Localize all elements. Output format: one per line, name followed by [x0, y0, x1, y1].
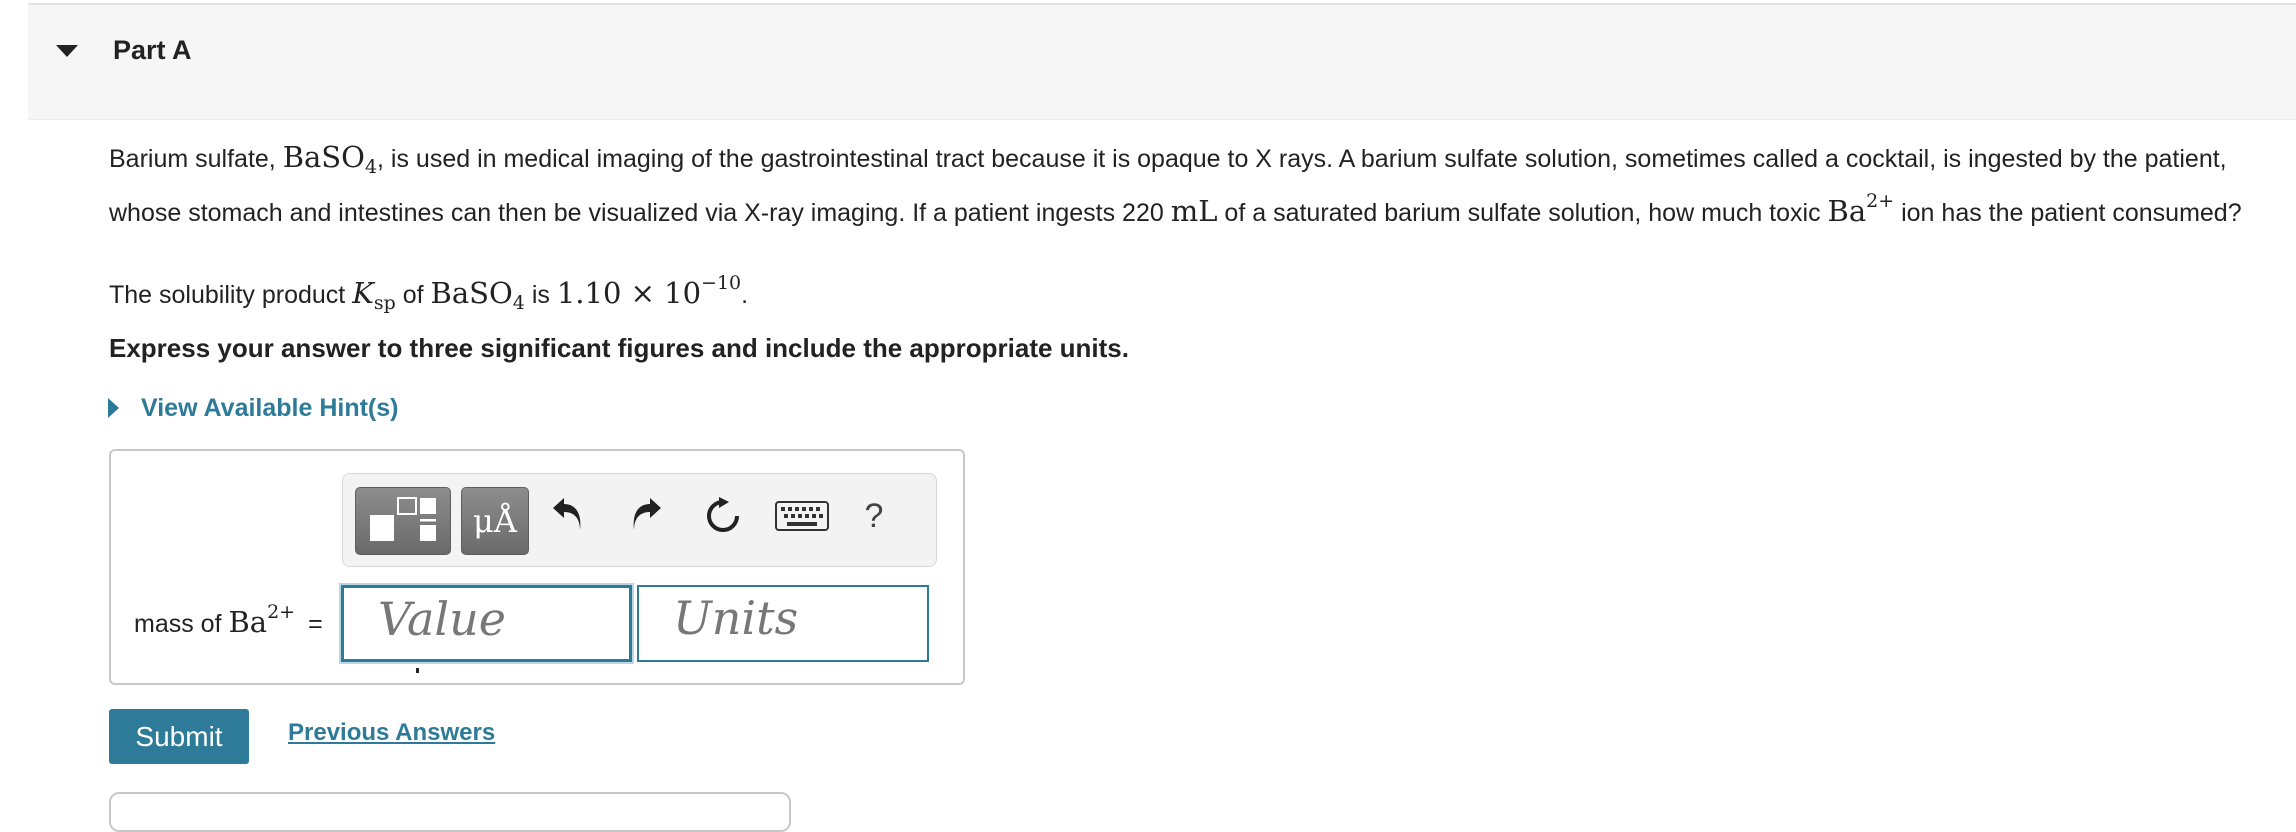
solubility-text: is — [524, 281, 557, 309]
text-cursor — [416, 668, 419, 673]
volume-unit: mL — [1170, 194, 1218, 228]
view-hints-link[interactable]: View Available Hint(s) — [141, 394, 398, 423]
formula-baso4: BaSO4 — [282, 140, 377, 178]
keyboard-icon — [775, 501, 829, 531]
ksp-k: K — [352, 276, 374, 310]
collapse-caret-icon[interactable] — [56, 45, 78, 57]
math-toolbar: μÅ ? — [342, 473, 937, 567]
question-text: Barium sulfate, BaSO4, is used in medica… — [109, 140, 2259, 230]
equals-sign: = — [308, 610, 323, 638]
formula-baso4: BaSO4 — [430, 276, 525, 314]
expand-caret-icon — [108, 398, 119, 418]
units-input[interactable]: Units — [637, 585, 929, 662]
undo-button[interactable] — [548, 496, 588, 536]
answer-instruction: Express your answer to three significant… — [109, 333, 1129, 363]
question-body: Barium sulfate, BaSO4, is used in medica… — [109, 140, 2259, 230]
value-input[interactable]: Value — [341, 585, 632, 662]
solubility-statement: The solubility product Ksp of BaSO4 is 1… — [109, 272, 748, 314]
question-text-segment: of a saturated barium sulfate solution, … — [1217, 199, 1828, 227]
ksp-value-exponent: −10 — [701, 272, 742, 294]
answer-label-charge: 2+ — [267, 601, 296, 623]
ksp-subscript: sp — [373, 292, 396, 314]
part-header[interactable]: Part A — [28, 5, 2296, 120]
formula-subscript: 4 — [512, 292, 525, 314]
formula-base: BaSO — [430, 276, 513, 310]
formula-subscript: 4 — [364, 156, 378, 178]
ion-charge: 2+ — [1866, 190, 1895, 212]
solubility-text: The solubility product — [109, 281, 353, 309]
ksp-value-mantissa: 1.10 × 10 — [556, 276, 702, 310]
feedback-box — [109, 792, 791, 832]
units-symbols-label: μÅ — [473, 502, 517, 540]
part-title: Part A — [113, 35, 192, 65]
reset-icon — [707, 497, 739, 532]
solubility-period: . — [741, 281, 749, 309]
answer-label-prefix: mass of — [134, 610, 229, 638]
templates-icon — [370, 497, 436, 541]
question-text-segment: Barium sulfate, — [109, 145, 283, 173]
formula-base: BaSO — [282, 140, 365, 174]
help-icon: ? — [864, 496, 884, 535]
ion-symbol: Ba — [1827, 194, 1867, 228]
templates-button[interactable] — [355, 487, 451, 555]
undo-icon — [553, 498, 581, 530]
answer-label: mass of Ba2+ = — [134, 601, 323, 639]
units-symbols-button[interactable]: μÅ — [461, 487, 529, 555]
reset-button[interactable] — [703, 496, 743, 536]
previous-answers-link[interactable]: Previous Answers — [288, 719, 495, 747]
redo-icon — [633, 498, 661, 530]
ion-formula: Ba2+ — [1827, 190, 1895, 228]
ksp-symbol: K — [352, 276, 374, 310]
view-hints-toggle[interactable]: View Available Hint(s) — [108, 390, 398, 426]
answer-label-ion: Ba — [228, 605, 268, 639]
question-text-segment: ion has the patient consumed? — [1894, 199, 2242, 227]
redo-button[interactable] — [626, 496, 666, 536]
submit-button[interactable]: Submit — [109, 709, 249, 764]
help-button[interactable]: ? — [854, 496, 894, 536]
solubility-text: of — [395, 281, 431, 309]
answer-box: μÅ ? mass of Ba2+ = Value Units — [109, 449, 965, 685]
keyboard-button[interactable] — [775, 496, 829, 536]
